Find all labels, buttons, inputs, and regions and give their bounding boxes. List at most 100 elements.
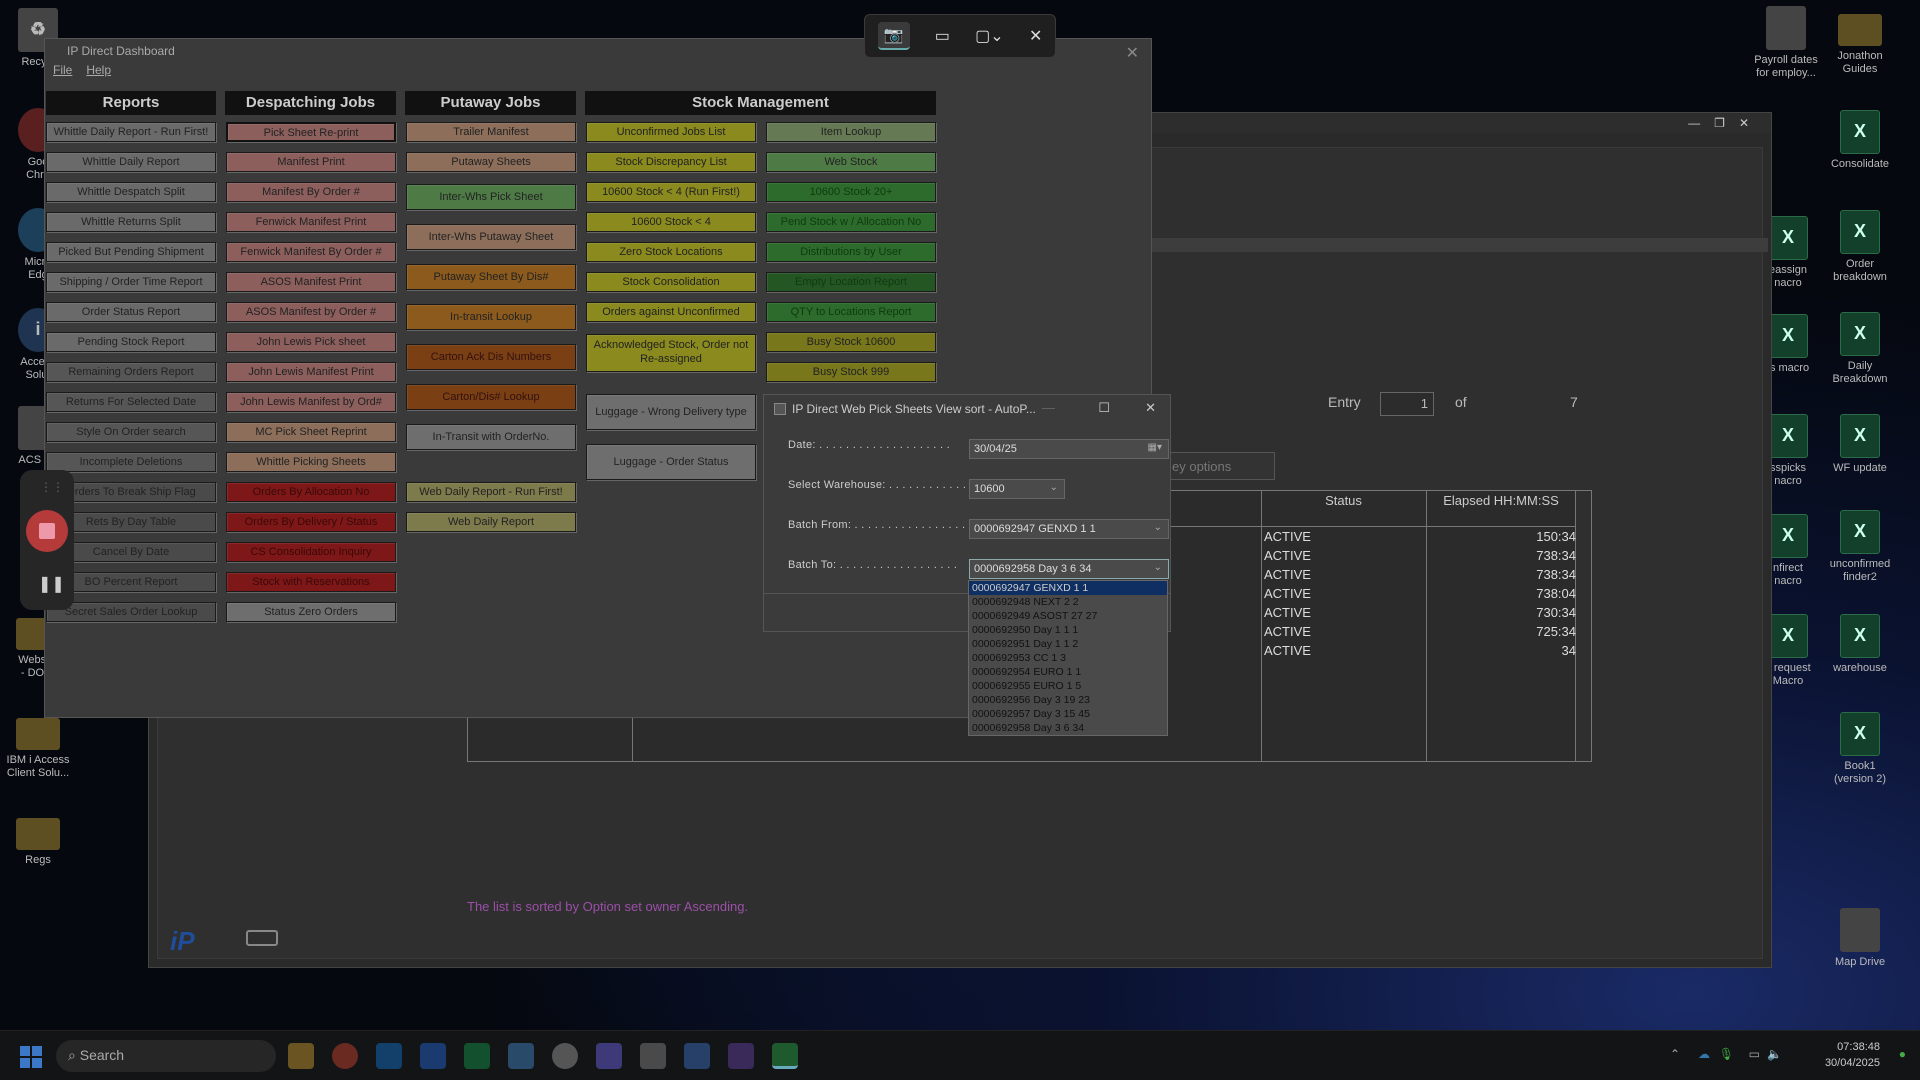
book1-shortcut[interactable]: X Book1 (version 2) [1822, 712, 1898, 786]
minimize-icon[interactable]: — [1688, 116, 1700, 130]
despatch-button[interactable]: Manifest By Order # [226, 182, 396, 202]
key-options-button[interactable]: ey options [1165, 452, 1275, 480]
volume-icon[interactable]: 🔈 [1767, 1047, 1782, 1061]
status-column-header[interactable]: Status [1261, 493, 1426, 508]
snip-mode-icon[interactable]: ▢⌄ [975, 26, 1004, 46]
pause-icon[interactable]: ❚❚ [38, 574, 65, 594]
stock-button[interactable]: QTY to Locations Report [766, 302, 936, 322]
despatch-button[interactable]: Status Zero Orders [226, 602, 396, 622]
dropdown-option[interactable]: 0000692954 EURO 1 1 [969, 665, 1167, 679]
file-explorer-icon[interactable] [288, 1043, 314, 1069]
video-icon[interactable]: ▭ [935, 26, 950, 46]
stock-button[interactable]: Orders against Unconfirmed [586, 302, 756, 322]
putaway-button[interactable]: Carton Ack Dis Numbers [406, 344, 576, 370]
report-button[interactable]: Whittle Daily Report [46, 152, 216, 172]
stock-button[interactable]: Luggage - Wrong Delivery type [586, 394, 756, 430]
dropdown-option[interactable]: 0000692948 NEXT 2 2 [969, 595, 1167, 609]
stock-button[interactable]: Busy Stock 999 [766, 362, 936, 382]
system-clock[interactable]: 07:38:48 30/04/2025 [1825, 1039, 1880, 1071]
network-icon[interactable]: ▭ [1749, 1047, 1760, 1061]
report-button[interactable]: Order Status Report [46, 302, 216, 322]
dropdown-option[interactable]: 0000692949 ASOST 27 27 [969, 609, 1167, 623]
regs-folder-shortcut[interactable]: Regs [0, 810, 76, 867]
report-button[interactable]: Returns For Selected Date [46, 392, 216, 412]
app-icon[interactable] [728, 1043, 754, 1069]
report-button[interactable]: Incomplete Deletions [46, 452, 216, 472]
despatch-button[interactable]: Pick Sheet Re-print [226, 122, 396, 142]
notepad-icon[interactable] [508, 1043, 534, 1069]
putaway-button[interactable]: In-Transit with OrderNo. [406, 424, 576, 450]
dropdown-option[interactable]: 0000692947 GENXD 1 1 [969, 581, 1167, 595]
jonathon-guides-shortcut[interactable]: Jonathon Guides [1822, 6, 1898, 76]
notification-icon[interactable]: ● [1899, 1047, 1906, 1061]
chevron-up-icon[interactable]: ⌃ [1670, 1047, 1680, 1061]
calculator-icon[interactable] [640, 1043, 666, 1069]
putaway-button[interactable]: Web Daily Report - Run First! [406, 482, 576, 502]
batch-to-select[interactable]: 0000692958 Day 3 6 34 ⌄ [969, 559, 1169, 579]
close-icon[interactable]: ✕ [1739, 116, 1749, 130]
active-app-icon[interactable] [772, 1043, 798, 1069]
date-field[interactable]: 30/04/25 ▦▾ [969, 439, 1169, 459]
despatch-button[interactable]: CS Consolidation Inquiry [226, 542, 396, 562]
map-drive-shortcut[interactable]: Map Drive [1822, 908, 1898, 969]
despatch-button[interactable]: Orders By Delivery / Status [226, 512, 396, 532]
warehouse-select[interactable]: 10600 ⌄ [969, 479, 1065, 499]
maximize-icon[interactable]: ❐ [1714, 116, 1725, 130]
stock-button[interactable]: Zero Stock Locations [586, 242, 756, 262]
dropdown-option[interactable]: 0000692957 Day 3 15 45 [969, 707, 1167, 721]
drag-handle-icon[interactable]: ⋮⋮ [40, 480, 64, 494]
dropdown-option[interactable]: 0000692958 Day 3 6 34 [969, 721, 1167, 735]
putaway-button[interactable]: Trailer Manifest [406, 122, 576, 142]
despatch-button[interactable]: Fenwick Manifest By Order # [226, 242, 396, 262]
report-button[interactable]: Remaining Orders Report [46, 362, 216, 382]
dropdown-option[interactable]: 0000692950 Day 1 1 1 [969, 623, 1167, 637]
close-icon[interactable]: ✕ [1126, 43, 1139, 63]
despatch-button[interactable]: John Lewis Manifest Print [226, 362, 396, 382]
elapsed-column-header[interactable]: Elapsed HH:MM:SS [1426, 493, 1576, 508]
putaway-button[interactable]: Inter-Whs Putaway Sheet [406, 224, 576, 250]
stock-button[interactable]: Web Stock [766, 152, 936, 172]
stock-button[interactable]: 10600 Stock 20+ [766, 182, 936, 202]
stock-button[interactable]: Item Lookup [766, 122, 936, 142]
excel-icon[interactable] [464, 1043, 490, 1069]
despatch-button[interactable]: John Lewis Manifest by Ord# [226, 392, 396, 412]
chrome-icon[interactable] [332, 1043, 358, 1069]
daily-breakdown-shortcut[interactable]: X Daily Breakdown [1822, 312, 1898, 386]
taskbar-search[interactable]: ⌕ Search [56, 1040, 276, 1072]
entry-input[interactable]: 1 [1380, 392, 1434, 416]
stock-button[interactable]: Distributions by User [766, 242, 936, 262]
onedrive-icon[interactable]: ☁ [1698, 1047, 1710, 1061]
maximize-icon[interactable]: ☐ [1098, 400, 1110, 416]
report-button[interactable]: Whittle Returns Split [46, 212, 216, 232]
stock-button[interactable]: Busy Stock 10600 [766, 332, 936, 352]
stock-button[interactable]: Luggage - Order Status [586, 444, 756, 480]
despatch-button[interactable]: Manifest Print [226, 152, 396, 172]
dropdown-option[interactable]: 0000692951 Day 1 1 2 [969, 637, 1167, 651]
menu-help[interactable]: Help [86, 63, 111, 81]
putaway-button[interactable]: Inter-Whs Pick Sheet [406, 184, 576, 210]
stock-button[interactable]: Empty Location Report [766, 272, 936, 292]
putaway-button[interactable]: Putaway Sheet By Dis# [406, 264, 576, 290]
dropdown-option[interactable]: 0000692953 CC 1 3 [969, 651, 1167, 665]
ibm-access-shortcut[interactable]: IBM i Access Client Solu... [0, 710, 76, 780]
putaway-button[interactable]: Web Daily Report [406, 512, 576, 532]
despatch-button[interactable]: ASOS Manifest Print [226, 272, 396, 292]
putaway-button[interactable]: Carton/Dis# Lookup [406, 384, 576, 410]
calendar-icon[interactable]: ▦▾ [1148, 442, 1162, 453]
stock-button[interactable]: Unconfirmed Jobs List [586, 122, 756, 142]
report-button[interactable]: Shipping / Order Time Report [46, 272, 216, 292]
settings-icon[interactable] [552, 1043, 578, 1069]
stop-recording-button[interactable] [26, 510, 68, 552]
stock-button[interactable]: Acknowledged Stock, Order not Re-assigne… [586, 334, 756, 372]
report-button[interactable]: Style On Order search [46, 422, 216, 442]
teams-icon[interactable] [596, 1043, 622, 1069]
report-button[interactable]: Whittle Daily Report - Run First! [46, 122, 216, 142]
camera-icon[interactable]: 📷 [877, 22, 910, 50]
putaway-button[interactable]: Putaway Sheets [406, 152, 576, 172]
ibm-access-icon[interactable] [684, 1043, 710, 1069]
report-button[interactable]: Whittle Despatch Split [46, 182, 216, 202]
order-breakdown-shortcut[interactable]: X Order breakdown [1822, 210, 1898, 284]
word-icon[interactable] [420, 1043, 446, 1069]
report-button[interactable]: Picked But Pending Shipment [46, 242, 216, 262]
despatch-button[interactable]: Fenwick Manifest Print [226, 212, 396, 232]
